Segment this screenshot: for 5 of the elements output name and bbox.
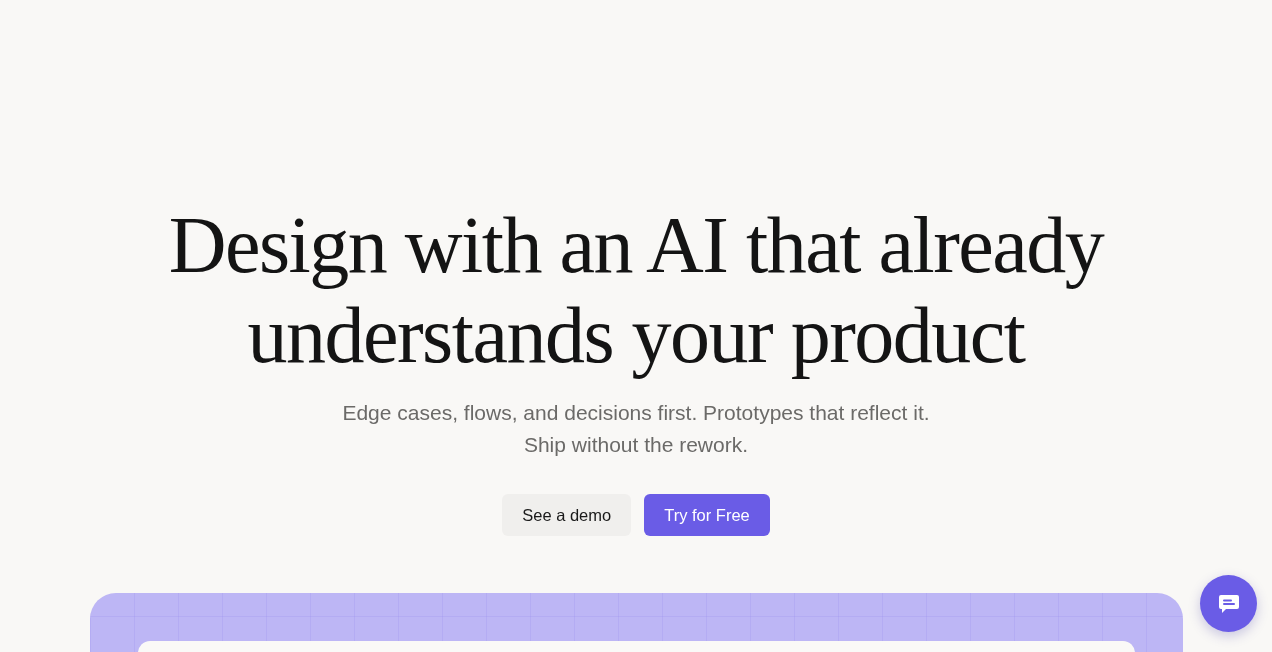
try-free-button[interactable]: Try for Free [644,494,770,536]
chat-button[interactable] [1200,575,1257,632]
hero-headline: Design with an AI that already understands your product [167,200,1105,380]
hero-subtitle: Edge cases, flows, and decisions first. Prototypes that reflect it. Ship without the rework. [341,400,931,458]
demo-button[interactable]: See a demo [502,494,632,536]
